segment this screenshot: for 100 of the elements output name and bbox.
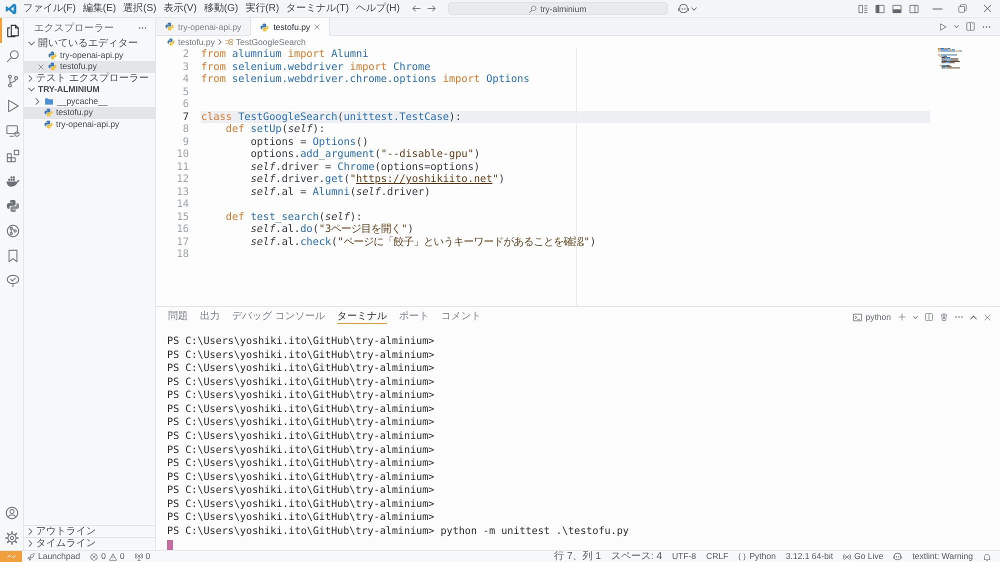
panel-tab[interactable]: ポート — [398, 310, 429, 324]
close-icon[interactable] — [38, 64, 44, 70]
line-number: 12 — [176, 173, 189, 186]
section-header[interactable]: 開いているエディター — [24, 38, 155, 50]
section-header[interactable]: TRY-ALMINIUM — [24, 84, 155, 96]
file-item[interactable]: testofu.py — [24, 107, 155, 118]
warning-icon — [108, 552, 117, 560]
line-number: 2 — [182, 48, 189, 60]
two-snakes-icon — [165, 22, 174, 31]
code-line: from selenium.webdriver.chrome.options import Options — [201, 73, 530, 86]
layout-icon[interactable] — [858, 4, 868, 14]
menu-item[interactable]: ファイル(F) — [23, 0, 76, 16]
caret-icon — [690, 6, 697, 10]
restore-icon[interactable] — [958, 4, 967, 13]
menu-item[interactable]: ヘルプ(H) — [356, 0, 400, 16]
split-editor-icon[interactable] — [966, 22, 975, 31]
section-header[interactable]: テスト エクスプローラー — [24, 72, 155, 84]
sidebar-left-icon[interactable] — [875, 4, 885, 14]
terminal-line: PS C:\Users\yoshiki.ito\GitHub\try-alminium> — [167, 335, 434, 349]
file-item[interactable]: try-openai-api.py — [24, 118, 155, 130]
breadcrumb-item[interactable]: testofu.py — [167, 36, 215, 48]
file-item[interactable]: testofu.py — [24, 61, 155, 72]
panel-tab[interactable]: ターミナル — [336, 310, 387, 324]
tree-check-icon — [6, 274, 20, 288]
arrow-right-icon[interactable] — [426, 4, 436, 13]
line-number: 11 — [176, 160, 189, 173]
panel-tab[interactable]: 出力 — [200, 310, 220, 324]
menu-item[interactable]: 表示(V) — [163, 0, 197, 16]
section-header[interactable]: タイムライン — [24, 537, 155, 549]
account-icon[interactable] — [4, 506, 18, 520]
bookmark-icon — [6, 248, 20, 262]
status-item[interactable]: 行 7、列 1 — [549, 551, 606, 562]
panel-bottom-icon[interactable] — [892, 4, 902, 14]
menu-item[interactable]: 実行(R) — [245, 0, 280, 16]
code-line: options.add_argument("--disable-gpu") — [250, 148, 480, 160]
panel-tab[interactable]: コメント — [440, 310, 481, 324]
launchpad-item[interactable]: Launchpad — [22, 551, 86, 562]
section-header[interactable]: アウトライン — [24, 525, 155, 537]
breadcrumb-item[interactable]: TestGoogleSearch — [224, 36, 306, 48]
panel-tab[interactable]: デバッグ コンソール — [232, 310, 325, 324]
rocket-icon — [27, 552, 35, 560]
split-panel-icon[interactable] — [925, 313, 933, 321]
panel-tab[interactable]: 問題 — [168, 310, 188, 324]
bell-icon[interactable] — [983, 552, 991, 560]
play-icon[interactable] — [939, 22, 947, 30]
problems-item[interactable]: 0 0 — [85, 551, 130, 562]
line-number: 17 — [176, 236, 189, 248]
terminal-selector[interactable]: python — [853, 312, 891, 322]
plus-icon[interactable] — [898, 313, 906, 321]
go-live-item[interactable]: Go Live — [838, 551, 888, 562]
language-item[interactable]: Python — [733, 551, 781, 562]
line-number: 15 — [176, 210, 189, 223]
menu-item[interactable]: 移動(G) — [204, 0, 238, 16]
two-snakes-icon — [6, 198, 20, 212]
code-line: self.al = Alumni(self.driver) — [250, 186, 430, 198]
caret-icon[interactable] — [913, 316, 918, 318]
line-number: 10 — [176, 148, 189, 160]
terminal-line: PS C:\Users\yoshiki.ito\GitHub\try-alminium> — [167, 511, 434, 525]
sidebar-title: エクスプローラー — [34, 22, 114, 35]
status-item[interactable]: 3.12.1 64-bit — [780, 551, 838, 562]
trash-icon[interactable] — [940, 313, 948, 321]
chevron-up-icon[interactable] — [970, 314, 977, 320]
menu-item[interactable]: ターミナル(T) — [286, 0, 349, 16]
menu-item[interactable]: 選択(S) — [123, 0, 156, 16]
blocks-icon — [6, 148, 20, 162]
terminal-line: PS C:\Users\yoshiki.ito\GitHub\try-alminium> — [167, 430, 434, 444]
file-item[interactable]: try-openai-api.py — [24, 50, 155, 61]
menu-item[interactable]: 編集(E) — [82, 0, 116, 16]
robot-face-icon[interactable] — [893, 552, 902, 561]
ports-item[interactable]: 0 — [130, 551, 156, 562]
terminal-line: PS C:\Users\yoshiki.ito\GitHub\try-alminium> — [167, 416, 434, 430]
code-line: self.driver.get("https://yoshikiito.net") — [250, 173, 505, 186]
files-icon — [6, 24, 20, 38]
two-snakes-icon — [260, 22, 270, 32]
terminal-line: PS C:\Users\yoshiki.ito\GitHub\try-alminium> python -m unittest .\testofu.py — [167, 524, 629, 538]
terminal-line: PS C:\Users\yoshiki.ito\GitHub\try-alminium> — [167, 362, 434, 376]
line-number: 4 — [182, 73, 189, 86]
arrow-left-icon[interactable] — [412, 4, 421, 13]
cursor-block-icon — [167, 540, 173, 550]
terminal-line: PS C:\Users\yoshiki.ito\GitHub\try-alminium> — [167, 376, 434, 390]
two-snakes-icon — [167, 38, 175, 46]
status-item[interactable]: スペース: 4 — [606, 551, 668, 562]
status-item[interactable]: CRLF — [701, 551, 734, 562]
code-line: def setUp(self): — [224, 123, 326, 136]
minimap-drawing[interactable] — [938, 48, 965, 70]
command-search-box[interactable]: try-alminium — [448, 2, 668, 15]
radio-tower-icon — [134, 552, 143, 560]
close-icon[interactable] — [984, 314, 991, 320]
status-item[interactable]: UTF-8 — [667, 551, 702, 562]
status-item[interactable]: textlint: Warning — [907, 551, 978, 562]
editor-tab[interactable]: testofu.py — [251, 18, 330, 36]
line-number: 7 — [182, 110, 189, 123]
settings-icon[interactable] — [4, 530, 18, 544]
close-icon[interactable] — [983, 4, 992, 13]
sidebar-right-icon[interactable] — [909, 4, 919, 14]
minimize-icon[interactable] — [933, 8, 942, 10]
folder-item[interactable]: __pycache__ — [24, 96, 155, 107]
robot-face-icon[interactable] — [678, 3, 689, 14]
terminal-line: PS C:\Users\yoshiki.ito\GitHub\try-alminium> — [167, 348, 434, 362]
close-icon[interactable] — [314, 24, 320, 30]
